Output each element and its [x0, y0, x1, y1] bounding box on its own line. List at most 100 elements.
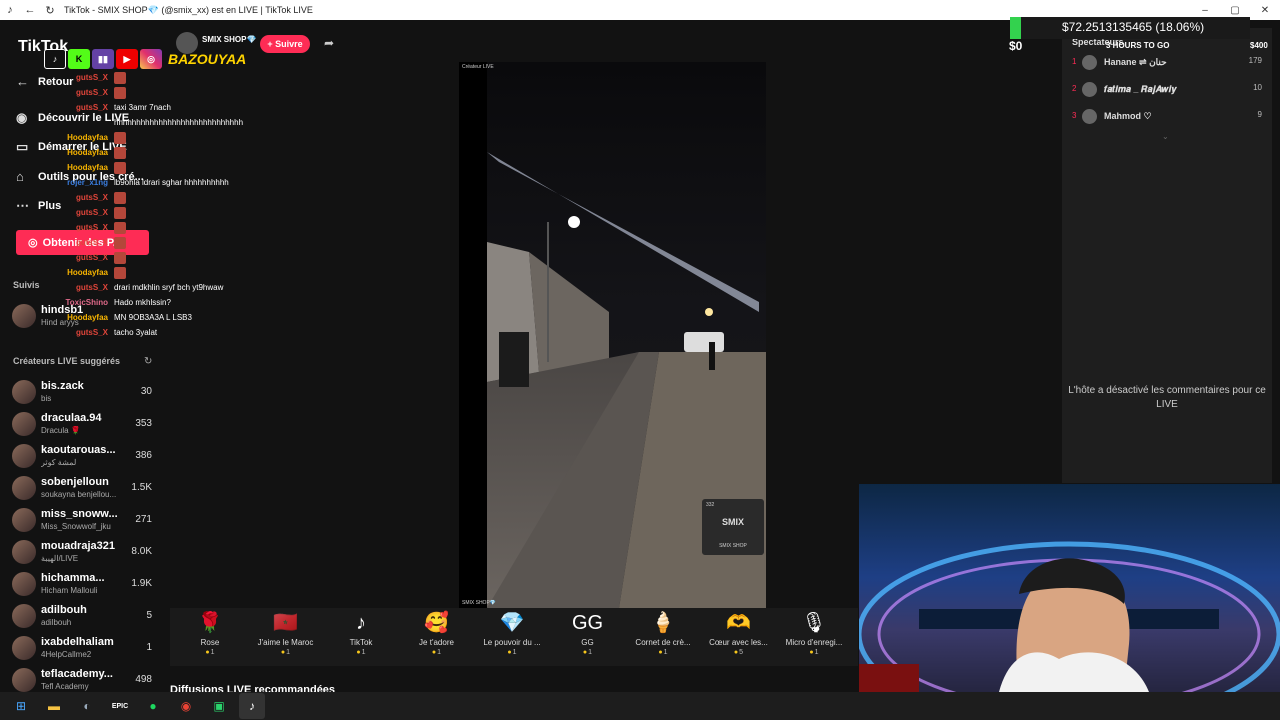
chat-text: hhhhhhhhhhhhhhhhhhhhhhhhhhhhh	[114, 118, 244, 127]
gift-name: Le pouvoir du ...	[483, 638, 541, 647]
avatar	[12, 304, 36, 328]
suggested-creator-item[interactable]: hichamma... Hicham Mallouli 1.9K	[12, 570, 156, 598]
spotify-icon[interactable]: ●	[140, 693, 166, 719]
avatar	[12, 444, 36, 468]
gift-icon: 🥰	[424, 612, 449, 634]
emote-icon	[114, 252, 126, 264]
pip-preview[interactable]: 332 SMIX SMIX SHOP	[702, 499, 764, 555]
chat-message: Hoodayfaa MN 9OB3A3A L LSB3	[60, 312, 300, 325]
chat-message: Hoodayfaa	[60, 147, 300, 160]
reload-icon[interactable]: ↻	[40, 4, 60, 17]
suggested-creator-item[interactable]: miss_snoww... Miss_Snowwolf_jku 271	[12, 506, 156, 534]
top-viewer-row[interactable]: 3 Mahmod ♡ 9	[1072, 107, 1268, 127]
twitch-icon: ▮▮	[92, 49, 114, 69]
gift-name: Cœur avec les...	[709, 638, 768, 647]
gift-item[interactable]: 🌹 Rose 1	[172, 610, 248, 656]
close-icon[interactable]: ✕	[1250, 5, 1280, 16]
viewer-score: 10	[1253, 83, 1262, 92]
viewer-name: Hanane ⇌ حنان	[1104, 57, 1167, 67]
chevron-down-icon[interactable]: ⌄	[1162, 132, 1169, 141]
top-viewer-row[interactable]: 2 𝒇𝒂𝒕𝒊𝒎𝒂 _ 𝑹𝒂𝒋𝑨𝒘𝒊𝒚 10	[1072, 80, 1268, 100]
video-camera-icon: ▭	[16, 139, 29, 154]
gift-price: 1	[323, 649, 399, 656]
viewer-count: 30	[140, 386, 152, 397]
chat-message: gutsS_X	[60, 72, 300, 85]
chat-username: gutsS_X	[75, 223, 108, 232]
file-explorer-icon[interactable]: ▬	[41, 693, 67, 719]
suggested-creator-item[interactable]: mouadraja321 الهيبة/LIVE 8.0K	[12, 538, 156, 566]
creator-name: sobenjelloun	[41, 476, 109, 488]
chat-username: gutsS_X	[75, 73, 108, 82]
chat-text: Hado mkhlssin?	[114, 298, 171, 307]
app-icon[interactable]: ▣	[206, 693, 232, 719]
creator-name: teflacademy...	[41, 668, 113, 680]
home-icon: ⌂	[16, 169, 24, 184]
viewers-panel: Spectateurs 1 Hanane ⇌ حنان 179 2 𝒇𝒂𝒕𝒊𝒎𝒂 _ 𝑹…	[1062, 28, 1272, 483]
emote-icon	[114, 87, 126, 99]
emote-icon	[114, 132, 126, 144]
creator-name: mouadraja321	[41, 540, 115, 552]
comments-disabled-notice: L'hôte a désactivé les commentaires pour…	[1068, 385, 1266, 410]
refresh-icon[interactable]: ↻	[144, 356, 152, 367]
donation-progress-fill	[1010, 17, 1022, 39]
suggested-creator-item[interactable]: draculaa.94 Dracula 🌹 353	[12, 410, 156, 438]
suggested-creator-item[interactable]: ixabdelhaliam 4HelpCallme2 1	[12, 634, 156, 662]
gift-item[interactable]: 🫶 Cœur avec les... 5	[701, 610, 777, 656]
windows-taskbar: ⊞ ▬ ◐ EPIC ● ◉ ▣ ♪	[0, 692, 1280, 720]
suggested-creator-item[interactable]: bis.zack bis 30	[12, 378, 156, 406]
emote-icon	[114, 267, 126, 279]
suggested-creator-item[interactable]: sobenjelloun soukayna benjellou... 1.5K	[12, 474, 156, 502]
avatar	[12, 412, 36, 436]
maximize-icon[interactable]: ▢	[1220, 5, 1250, 16]
suggested-creator-item[interactable]: kaoutarouas... لمشة كوثر 386	[12, 442, 156, 470]
gift-item[interactable]: GG GG 1	[550, 610, 626, 656]
gift-item[interactable]: 🎙 Micro d'enregi... 1	[776, 610, 852, 656]
viewer-count: 1.9K	[131, 578, 152, 589]
chat-username: gutsS_X	[75, 238, 108, 247]
creator-subtitle: Tefl Academy	[41, 682, 89, 691]
suggested-creator-item[interactable]: adilbouh adilbouh 5	[12, 602, 156, 630]
creator-subtitle: 4HelpCallme2	[41, 650, 92, 659]
gift-icon: 🌹	[197, 612, 223, 634]
viewer-count: 8.0K	[131, 546, 152, 557]
suggested-creator-item[interactable]: teflacademy... Tefl Academy 498	[12, 666, 156, 694]
gift-name: Micro d'enregi...	[785, 638, 843, 647]
donation-amount: $72.2513135465 (18.06%)	[1062, 20, 1205, 34]
windows-start-icon[interactable]: ⊞	[8, 693, 34, 719]
live-video[interactable]: Créateur LIVE SMIX SHOP💎 332 SMIX SMIX S…	[459, 62, 766, 608]
steam-icon[interactable]: ◐	[74, 693, 100, 719]
minimize-icon[interactable]: –	[1190, 5, 1220, 16]
coin-icon: ◎	[28, 237, 38, 249]
tiktok-taskbar-icon[interactable]: ♪	[239, 693, 265, 719]
creator-name: bis.zack	[41, 380, 84, 392]
chat-username: rojer_x1ng	[67, 178, 108, 187]
gift-item[interactable]: 🍦 Cornet de crè... 1	[625, 610, 701, 656]
back-icon[interactable]: ←	[20, 4, 40, 16]
avatar	[12, 636, 36, 660]
chrome-icon[interactable]: ◉	[173, 693, 199, 719]
nav-more[interactable]: ⋯ Plus	[16, 198, 61, 214]
chat-message: Hoodayfaa	[60, 267, 300, 280]
tiktok-icon: ♪	[44, 49, 66, 69]
gift-item[interactable]: 🇲🇦 J'aime le Maroc 1	[248, 610, 324, 656]
creator-subtitle: bis	[41, 394, 52, 403]
top-viewer-row[interactable]: 1 Hanane ⇌ حنان 179	[1072, 53, 1268, 73]
gift-item[interactable]: 🥰 Je t'adore 1	[399, 610, 475, 656]
emote-icon	[114, 207, 126, 219]
window-title: TikTok - SMIX SHOP💎 (@smix_xx) est en LI…	[64, 4, 313, 15]
chat-message: gutsS_X taxi 3amr 7nach	[60, 102, 300, 115]
streamer-brand: BAZOUYAA	[168, 51, 247, 67]
follow-button[interactable]: + Suivre	[260, 35, 310, 53]
chat-message: gutsS_X	[60, 87, 300, 100]
chat-text: lb9ohla ldrari sghar hhhhhhhhhh	[114, 178, 229, 187]
gift-item[interactable]: ♪ TikTok 1	[323, 610, 399, 656]
chat-username: Hoodayfaa	[67, 313, 108, 322]
gift-icon: 🇲🇦	[273, 612, 298, 634]
gift-item[interactable]: 💎 Le pouvoir du ... 1	[474, 610, 550, 656]
chat-username: gutsS_X	[75, 208, 108, 217]
share-icon[interactable]: ➦	[324, 36, 334, 50]
host-name: SMIX SHOP💎	[202, 35, 257, 44]
avatar	[12, 540, 36, 564]
epic-games-icon[interactable]: EPIC	[107, 693, 133, 719]
viewer-count: 1	[146, 642, 152, 653]
